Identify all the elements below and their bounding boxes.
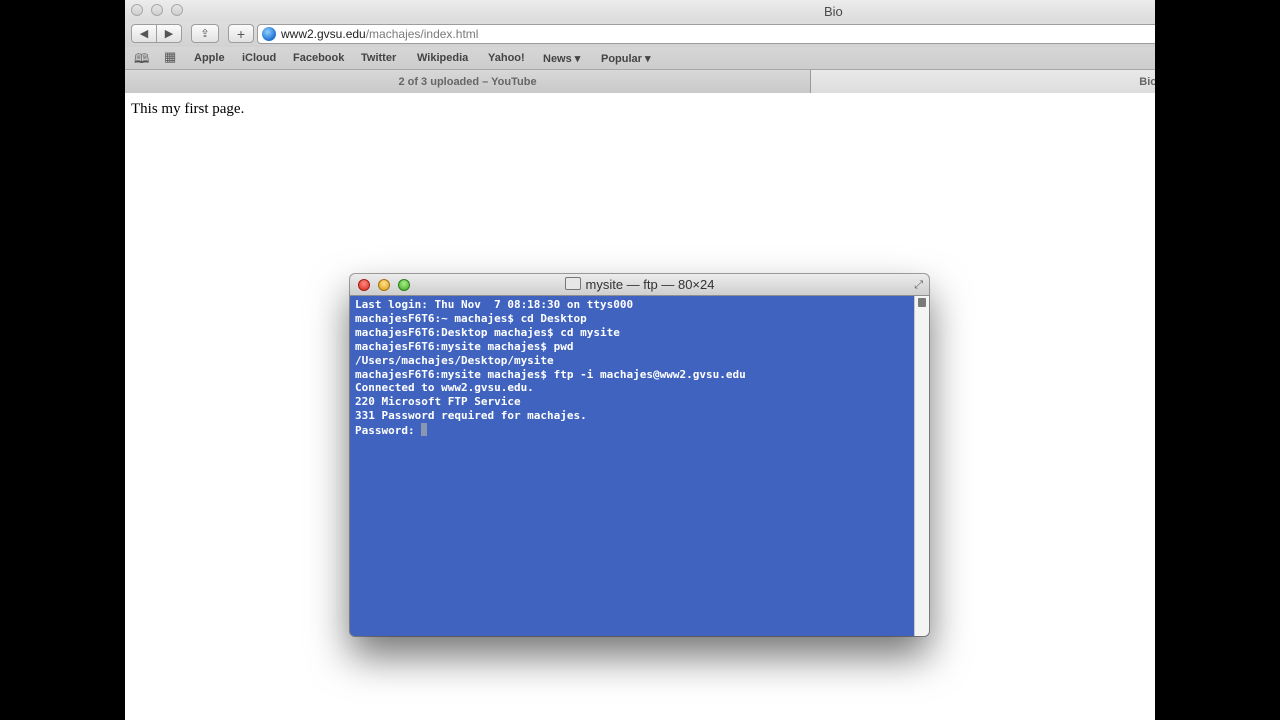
bookmark-twitter[interactable]: Twitter xyxy=(361,52,396,64)
back-button[interactable]: ◀ xyxy=(131,24,157,43)
folder-icon xyxy=(564,277,581,290)
tab-title: Bio xyxy=(1139,75,1155,88)
bookmark-yahoo[interactable]: Yahoo! xyxy=(488,52,525,64)
window-title: Bio xyxy=(824,4,843,19)
globe-icon xyxy=(262,27,276,41)
bookmarks-bar: 🕮 ▦ Apple iCloud Facebook Twitter Wikipe… xyxy=(125,47,1155,69)
url-text: www2.gvsu.edu/machajes/index.html xyxy=(281,25,478,43)
bookmark-news-menu[interactable]: News ▾ xyxy=(543,52,580,65)
bookmark-wikipedia[interactable]: Wikipedia xyxy=(417,52,468,64)
tab-youtube[interactable]: 2 of 3 uploaded – YouTube xyxy=(125,70,811,93)
text-cursor xyxy=(421,423,428,437)
terminal-scrollbar[interactable] xyxy=(914,296,929,636)
back-icon: ◀ xyxy=(139,28,149,40)
fullscreen-icon[interactable]: ⤢ xyxy=(914,279,923,292)
forward-icon: ▶ xyxy=(164,28,174,40)
browser-window: Bio ◀ ▶ ⇪ + www2.gvsu.edu/machajes/index… xyxy=(125,0,1155,720)
new-tab-button[interactable]: + xyxy=(228,24,254,43)
password-prompt: Password: xyxy=(355,424,422,438)
terminal-window[interactable]: mysite — ftp — 80×24 ⤢ Last login: Thu N… xyxy=(350,274,929,636)
terminal-line: Connected to www2.gvsu.edu. xyxy=(355,381,534,395)
share-button[interactable]: ⇪ xyxy=(191,24,219,43)
url-host: www2.gvsu.edu xyxy=(281,27,366,41)
bookmark-apple[interactable]: Apple xyxy=(194,52,225,64)
browser-toolbar: ◀ ▶ ⇪ + www2.gvsu.edu/machajes/index.htm… xyxy=(125,22,1155,47)
terminal-title-text: mysite — ftp — 80×24 xyxy=(585,277,715,292)
terminal-line: 220 Microsoft FTP Service xyxy=(355,395,521,409)
minimize-button[interactable] xyxy=(151,4,163,16)
bookmark-popular-menu[interactable]: Popular ▾ xyxy=(601,52,651,65)
tab-bio[interactable]: Bio xyxy=(811,70,1155,93)
terminal-line: machajesF6T6:mysite machajes$ pwd xyxy=(355,339,574,353)
close-button[interactable] xyxy=(131,4,143,16)
zoom-button[interactable] xyxy=(171,4,183,16)
terminal-line: machajesF6T6:~ machajes$ cd Desktop xyxy=(355,311,587,325)
browser-titlebar: Bio xyxy=(125,0,1155,22)
forward-button[interactable]: ▶ xyxy=(156,24,182,43)
terminal-line: 331 Password required for machajes. xyxy=(355,409,587,423)
url-path: /machajes/index.html xyxy=(365,27,479,41)
share-icon: ⇪ xyxy=(200,28,210,40)
tab-bar: 2 of 3 uploaded – YouTube Bio xyxy=(125,69,1155,93)
terminal-line: /Users/machajes/Desktop/mysite xyxy=(355,353,554,367)
terminal-prompt-line[interactable]: Password: xyxy=(355,423,910,438)
address-bar[interactable]: www2.gvsu.edu/machajes/index.html xyxy=(257,24,1155,44)
bookmark-icloud[interactable]: iCloud xyxy=(242,52,276,64)
top-sites-icon[interactable]: ▦ xyxy=(164,49,176,65)
scrollbar-thumb[interactable] xyxy=(918,298,926,307)
plus-icon: + xyxy=(236,25,246,42)
terminal-line: machajesF6T6:mysite machajes$ ftp -i mac… xyxy=(355,367,746,381)
terminal-line: machajesF6T6:Desktop machajes$ cd mysite xyxy=(355,325,620,339)
terminal-line: Last login: Thu Nov 7 08:18:30 on ttys00… xyxy=(355,298,634,311)
terminal-title: mysite — ftp — 80×24 xyxy=(350,277,929,292)
page-body-text: This my first page. xyxy=(131,101,245,117)
terminal-output[interactable]: Last login: Thu Nov 7 08:18:30 on ttys00… xyxy=(355,298,910,636)
tab-title: 2 of 3 uploaded – YouTube xyxy=(398,75,537,88)
terminal-titlebar[interactable]: mysite — ftp — 80×24 ⤢ xyxy=(350,274,929,296)
bookmark-facebook[interactable]: Facebook xyxy=(293,52,344,64)
